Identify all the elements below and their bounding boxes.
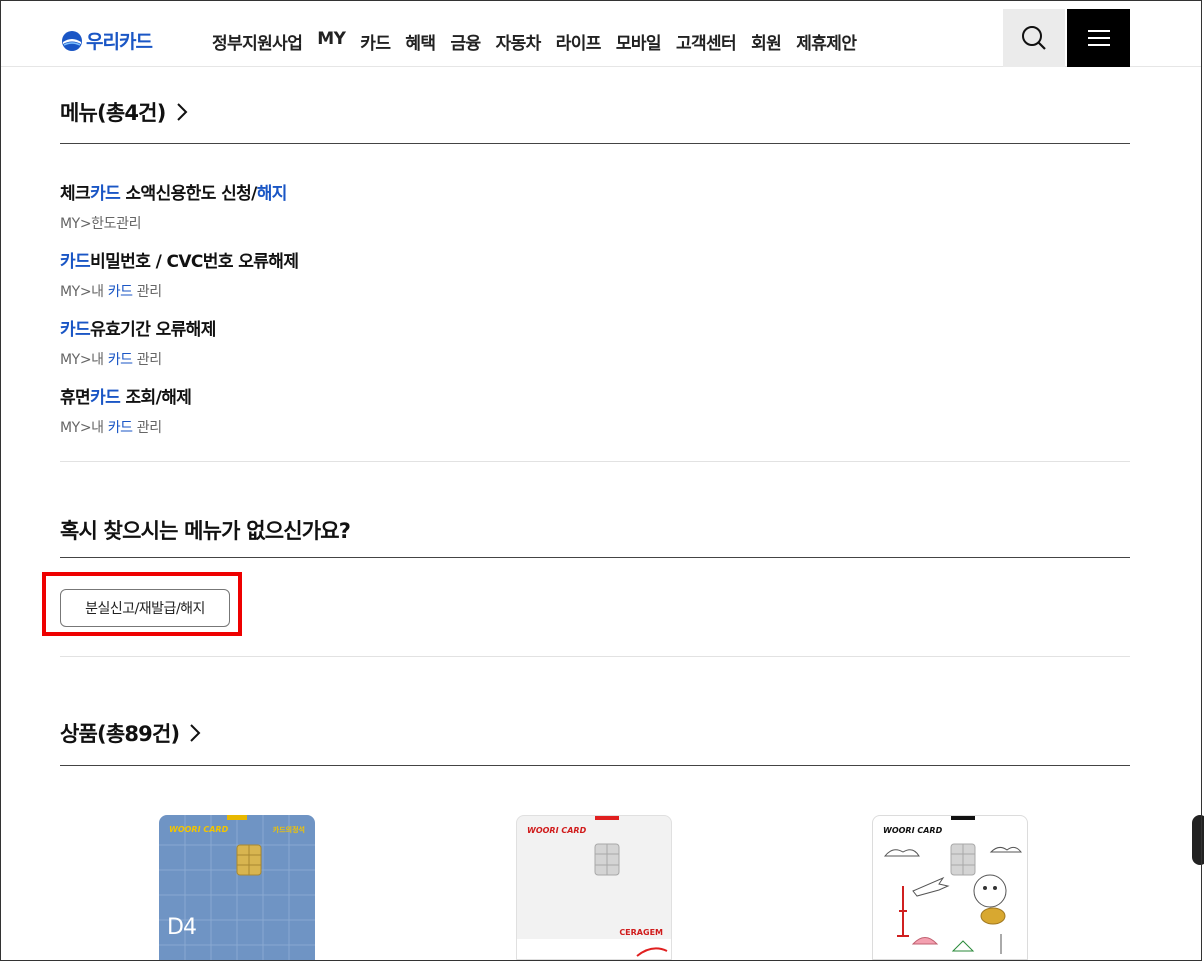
suggest-section-title: 혹시 찾으시는 메뉴가 없으신가요? — [60, 515, 351, 545]
logo-text: 우리카드 — [86, 31, 153, 53]
nav-gov-support[interactable]: 정부지원사업 — [212, 29, 303, 54]
card-brand-text: WOORI CARD — [527, 826, 587, 835]
nav-partnership[interactable]: 제휴제안 — [796, 29, 857, 54]
card-travel-illustration — [883, 816, 1023, 954]
menu-result-item[interactable]: 카드비밀번호 / CVC번호 오류해제 MY>내 카드 관리 — [60, 247, 299, 301]
nav-finance[interactable]: 금융 — [450, 29, 481, 54]
hamburger-icon — [1087, 30, 1110, 46]
woori-logo-icon — [62, 30, 82, 51]
menu-result-title[interactable]: 카드비밀번호 / CVC번호 오류해제 — [60, 247, 299, 272]
menu-result-path: MY>한도관리 — [60, 216, 142, 232]
card-chip-graphic — [517, 816, 671, 959]
top-header: 우리카드 정부지원사업 MY 카드 혜택 금융 자동차 라이프 모바일 고객센터… — [1, 1, 1201, 67]
search-button[interactable] — [1003, 9, 1065, 67]
product-card-image[interactable]: WOORI CARD CERAGEM — [516, 815, 672, 960]
product-section-title-text: 상품(총89건) — [60, 722, 180, 746]
nav-mobile[interactable]: 모바일 — [616, 29, 662, 54]
card-d4-mark: D4 — [167, 915, 197, 940]
product-card-image[interactable]: WOORI CARD — [872, 815, 1028, 960]
suggest-section-title-text: 혹시 찾으시는 메뉴가 없으신가요? — [60, 519, 351, 543]
menu-result-item[interactable]: 카드유효기간 오류해제 MY>내 카드 관리 — [60, 315, 216, 369]
section-separator — [60, 656, 1130, 657]
card-ceragem-mark: CERAGEM — [619, 928, 663, 937]
menu-result-item[interactable]: 체크카드 소액신용한도 신청/해지 MY>한도관리 — [60, 179, 287, 233]
nav-life[interactable]: 라이프 — [556, 29, 602, 54]
menu-result-path: MY>내 카드 관리 — [60, 352, 162, 368]
menu-section-title-text: 메뉴(총4건) — [60, 101, 166, 125]
main-nav: 정부지원사업 MY 카드 혜택 금융 자동차 라이프 모바일 고객센터 회원 제… — [212, 29, 871, 54]
menu-result-title[interactable]: 휴면카드 조회/해제 — [60, 383, 192, 408]
section-separator — [60, 461, 1130, 462]
woori-card-logo[interactable]: 우리카드 — [61, 27, 153, 54]
nav-customer-center[interactable]: 고객센터 — [676, 29, 737, 54]
nav-member[interactable]: 회원 — [751, 29, 782, 54]
menu-result-title[interactable]: 체크카드 소액신용한도 신청/해지 — [60, 179, 287, 204]
menu-result-item[interactable]: 휴면카드 조회/해제 MY>내 카드 관리 — [60, 383, 192, 437]
menu-section-divider — [60, 143, 1130, 144]
floating-side-button[interactable] — [1192, 815, 1204, 865]
menu-result-title[interactable]: 카드유효기간 오류해제 — [60, 315, 216, 340]
nav-benefit[interactable]: 혜택 — [405, 29, 436, 54]
card-tag-text: 카드의정석 — [272, 826, 305, 834]
card-brand-text: WOORI CARD — [169, 825, 229, 834]
product-card-image[interactable]: WOORI CARD 카드의정석 D4 — [159, 815, 315, 960]
menu-section-title[interactable]: 메뉴(총4건) — [60, 97, 188, 127]
hamburger-menu-button[interactable] — [1067, 9, 1130, 67]
menu-result-path: MY>내 카드 관리 — [60, 284, 162, 300]
suggest-section-divider — [60, 557, 1130, 558]
nav-card[interactable]: 카드 — [360, 29, 391, 54]
lost-report-reissue-cancel-button[interactable]: 분실신고/재발급/해지 — [60, 589, 230, 627]
nav-my[interactable]: MY — [317, 29, 346, 54]
chevron-right-icon — [190, 724, 201, 742]
product-section-title[interactable]: 상품(총89건) — [60, 718, 201, 748]
product-section-divider — [60, 765, 1130, 766]
card-brand-text: WOORI CARD — [883, 826, 943, 835]
search-icon — [1022, 26, 1046, 50]
chevron-right-icon — [176, 103, 187, 121]
nav-car[interactable]: 자동차 — [496, 29, 542, 54]
menu-result-path: MY>내 카드 관리 — [60, 420, 162, 436]
